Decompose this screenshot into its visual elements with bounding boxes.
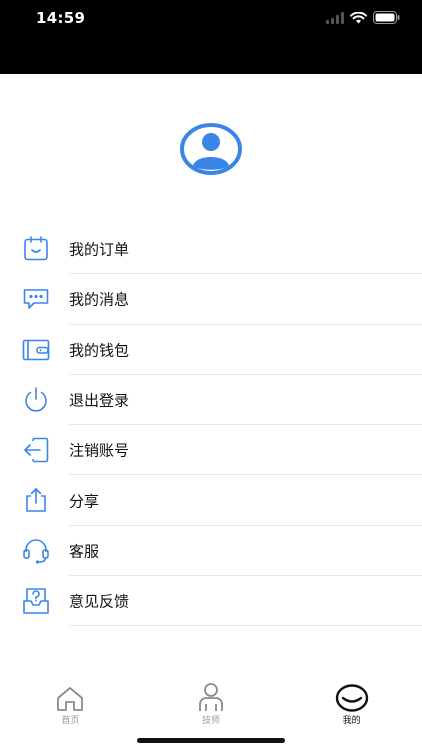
logout-icon [22,437,50,463]
menu-item-customer-service[interactable]: 客服 [0,526,422,577]
menu-item-label: 我的钱包 [69,341,130,360]
tab-bar: 首页 技师 我的 [0,678,422,728]
tab-label: 我的 [342,716,361,726]
tab-mine[interactable]: 我的 [281,678,422,728]
feedback-icon [22,588,50,614]
menu-item-logout[interactable]: 退出登录 [0,375,422,426]
signal-icon [326,11,344,24]
message-icon [22,286,50,312]
tab-label: 首页 [61,716,80,726]
tab-label: 技师 [202,716,221,726]
mine-icon [335,682,369,712]
menu-item-orders[interactable]: 我的订单 [0,224,422,275]
technician-icon [197,682,225,712]
share-icon [22,487,50,513]
menu-item-label: 注销账号 [69,441,130,460]
menu-item-wallet[interactable]: 我的钱包 [0,325,422,375]
wallet-icon [22,337,50,363]
menu-item-label: 分享 [69,492,100,511]
profile-menu: 我的订单 我的消息 我的钱包 退出登录 注销账号 分享 客服 意见反馈 [0,224,422,627]
menu-item-label: 客服 [69,542,100,561]
headset-icon [22,538,50,564]
menu-item-cancel-account[interactable]: 注销账号 [0,425,422,476]
home-icon [55,682,85,712]
menu-item-feedback[interactable]: 意见反馈 [0,576,422,627]
order-icon [22,236,50,262]
menu-item-label: 退出登录 [69,391,130,410]
menu-item-share[interactable]: 分享 [0,475,422,526]
power-icon [22,387,50,413]
menu-item-label: 我的消息 [69,290,130,309]
battery-icon [373,11,400,24]
tab-home[interactable]: 首页 [0,678,141,728]
tab-technician[interactable]: 技师 [141,678,282,728]
wifi-icon [350,11,367,24]
menu-item-messages[interactable]: 我的消息 [0,274,422,325]
status-time: 14:59 [36,9,86,27]
menu-item-label: 意见反馈 [69,592,130,611]
status-bar: 14:59 [0,0,422,74]
user-avatar-icon[interactable] [180,123,242,175]
menu-item-label: 我的订单 [69,240,130,259]
home-indicator[interactable] [137,738,285,743]
status-icons [326,11,400,24]
divider [69,625,422,627]
